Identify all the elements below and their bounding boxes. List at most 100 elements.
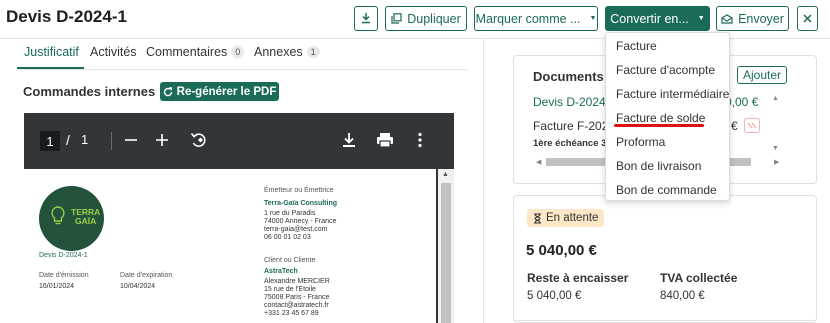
mark-as-label: Marquer comme ... [475, 11, 581, 26]
total-amount: 5 040,00 € [526, 242, 597, 259]
scroll-thumb[interactable] [441, 183, 451, 323]
pdf-issuer-email: terra-gaia@test.com [264, 226, 328, 233]
regenerate-pdf-button[interactable]: Re-générer le PDF [160, 82, 279, 101]
add-document-button[interactable]: Ajouter [737, 66, 787, 84]
scroll-down-icon[interactable]: ▼ [772, 145, 779, 152]
scroll-left-icon[interactable]: ◀ [536, 158, 541, 166]
pdf-client-label: Client ou Cliente [264, 257, 316, 264]
pdf-expiry-label: Date d'expiration [120, 272, 173, 279]
status-badge: En attente [527, 209, 605, 227]
tab-justificatif[interactable]: Justificatif [24, 45, 79, 59]
pdf-client-address1: 15 rue de l'Etoile [264, 286, 316, 293]
pdf-page: TERRA GAÏA Devis D-2024-1 Date d'émissio… [24, 169, 436, 323]
refresh-icon [163, 86, 172, 96]
menu-item-facture[interactable]: Facture [616, 39, 657, 53]
menu-item-proforma[interactable]: Proforma [616, 135, 665, 149]
page-total: 1 [81, 132, 89, 147]
menu-item-facture-solde[interactable]: Facture de solde [616, 111, 705, 125]
status-badge-label: En attente [546, 212, 599, 224]
menu-item-facture-intermediaire[interactable]: Facture intermédiaire [616, 87, 729, 101]
linked-invoice-name[interactable]: Facture F-2024 [533, 119, 615, 133]
tab-annexes-label: Annexes [254, 45, 303, 59]
pdf-client-contact: Alexandre MERCIER [264, 278, 330, 285]
menu-item-bon-livraison[interactable]: Bon de livraison [616, 159, 701, 173]
convert-dropdown[interactable]: Convertir en... ▼ [605, 6, 710, 31]
caret-down-icon: ▼ [697, 15, 705, 22]
mark-as-dropdown[interactable]: Marquer comme ... ▼ [474, 6, 598, 31]
column-divider [483, 38, 484, 323]
scroll-right-icon[interactable]: ▶ [774, 158, 779, 166]
download-button[interactable] [354, 6, 378, 31]
toolbar-divider [111, 132, 112, 150]
unlink-icon[interactable] [744, 118, 760, 133]
page-title: Devis D-2024-1 [6, 7, 127, 26]
linked-invoice-due: 1ère échéance 30 [533, 138, 612, 149]
convert-menu: Facture Facture d'acompte Facture interm… [605, 32, 730, 201]
pdf-issuer-name: Terra-Gaïa Consulting [264, 200, 337, 207]
logo-line-2: GAÏA [75, 216, 97, 226]
download-icon[interactable] [342, 132, 356, 153]
remaining-label: Reste à encaisser [527, 271, 629, 285]
linked-quote-link[interactable]: Devis D-2024- [533, 95, 610, 109]
hourglass-icon [534, 212, 541, 224]
download-icon [362, 13, 370, 24]
lightbulb-icon [51, 206, 65, 225]
caret-down-icon: ▼ [589, 15, 597, 22]
pdf-issuer-address1: 1 rue du Paradis [264, 210, 316, 217]
more-vertical-icon[interactable] [418, 132, 422, 153]
pdf-client-address2: 75008 Paris - France [264, 294, 330, 301]
annex-count-badge: 1 [306, 46, 320, 58]
pdf-toolbar: 1 / 1 [24, 113, 454, 169]
pdf-issuer-address2: 74000 Annecy - France [264, 218, 337, 225]
internal-commands-label: Commandes internes : [23, 84, 164, 99]
pdf-client-name: AstraTech [264, 268, 298, 275]
pdf-issue-date: 16/01/2024 [39, 283, 75, 290]
tab-commentaires-label: Commentaires [146, 45, 228, 59]
duplicate-button[interactable]: Dupliquer [385, 6, 467, 31]
linked-invoice-amount: € [731, 119, 738, 133]
pdf-viewer: 1 / 1 TERRA GAÏA Devis D-2024-1 Date d'é… [24, 113, 454, 323]
zoom-out-icon[interactable] [124, 133, 138, 152]
tab-activites[interactable]: Activités [90, 45, 137, 59]
tab-commentaires[interactable]: Commentaires 0 [146, 45, 245, 59]
scroll-up-icon[interactable]: ▲ [442, 171, 449, 178]
scroll-up-icon[interactable]: ▲ [772, 95, 779, 102]
vat-label: TVA collectée [660, 271, 738, 285]
status-card-divider [514, 320, 816, 321]
close-icon [803, 14, 812, 23]
send-label: Envoyer [738, 11, 784, 26]
linked-quote-amount: 0,00 € [725, 95, 759, 109]
pdf-scrollbar[interactable]: ▲ [438, 169, 454, 323]
logo-text: TERRA GAÏA [71, 208, 100, 226]
tabs-divider [17, 69, 467, 70]
pdf-client-phone: +331 23 45 67 89 [264, 310, 319, 317]
company-logo: TERRA GAÏA [39, 186, 104, 251]
status-card: En attente 5 040,00 € Reste à encaisser … [513, 195, 817, 323]
send-button[interactable]: Envoyer [716, 6, 789, 31]
close-button[interactable] [797, 6, 818, 31]
convert-label: Convertir en... [610, 11, 689, 26]
duplicate-label: Dupliquer [407, 11, 461, 26]
copy-icon [391, 13, 402, 24]
pdf-issuer-phone: 06 00 01 02 03 [264, 234, 311, 241]
menu-item-bon-commande[interactable]: Bon de commande [616, 183, 717, 197]
documents-vertical-scrollbar[interactable]: ▲ ▼ [769, 93, 781, 157]
pdf-doc-ref: Devis D-2024-1 [39, 252, 88, 259]
envelope-icon [721, 13, 733, 24]
regenerate-pdf-label: Re-générer le PDF [176, 85, 277, 98]
print-icon[interactable] [376, 132, 394, 153]
remaining-value: 5 040,00 € [527, 290, 582, 302]
comment-count-badge: 0 [231, 46, 245, 58]
vat-value: 840,00 € [660, 290, 705, 302]
zoom-in-icon[interactable] [155, 133, 169, 152]
rotate-icon[interactable] [190, 131, 208, 154]
page-number-input[interactable]: 1 [40, 131, 60, 151]
pdf-expiry-date: 10/04/2024 [120, 283, 156, 290]
highlight-underline [614, 124, 704, 127]
page-separator: / [66, 132, 70, 148]
tab-annexes[interactable]: Annexes 1 [254, 45, 320, 59]
linked-documents-title: Documents li [533, 69, 615, 84]
pdf-issuer-label: Émetteur ou Émettrice [264, 187, 334, 194]
menu-item-facture-acompte[interactable]: Facture d'acompte [616, 63, 715, 77]
pdf-issue-label: Date d'émission [39, 272, 89, 279]
